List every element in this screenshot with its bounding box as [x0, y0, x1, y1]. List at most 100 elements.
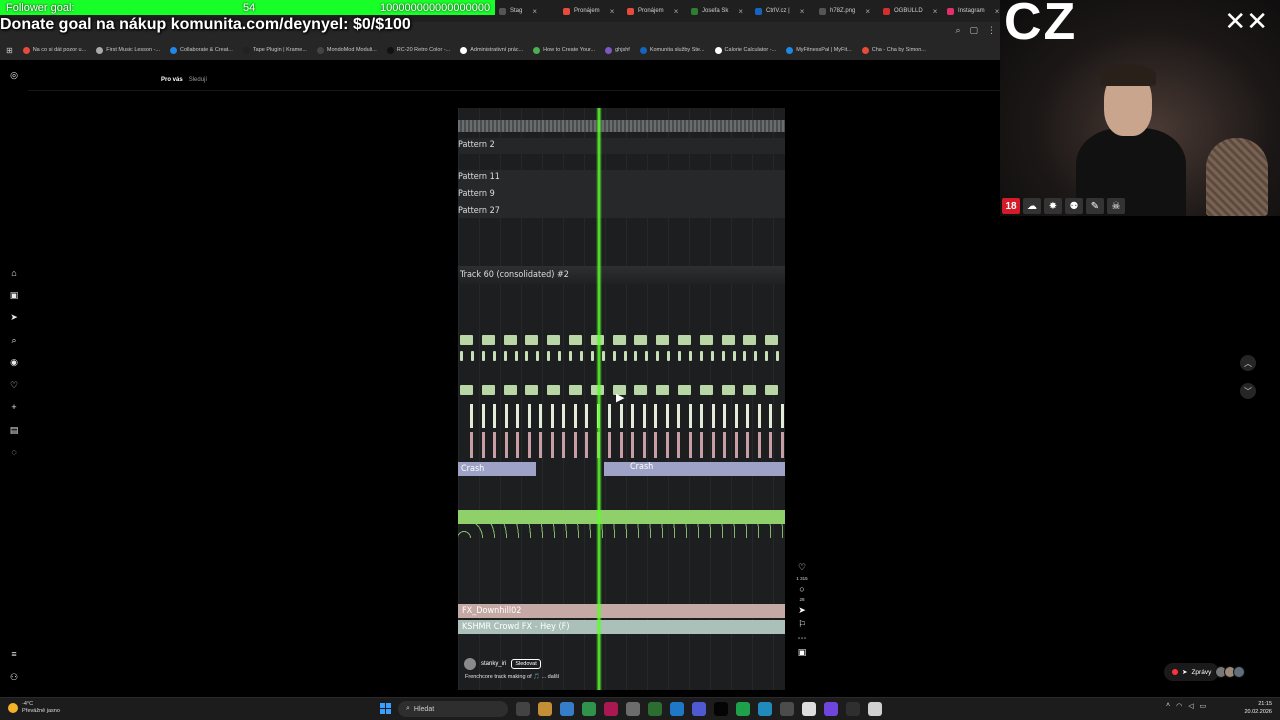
note-block — [732, 351, 736, 361]
menu-icon[interactable]: ⋮ — [987, 25, 996, 36]
also-from-meta-icon[interactable]: ⚇ — [9, 672, 19, 682]
windows-start-icon[interactable] — [380, 703, 391, 714]
network-icon[interactable]: ◠ — [1176, 702, 1182, 710]
pattern-lane — [458, 170, 785, 218]
bookmark-title: Tape Plugin | Krame... — [252, 47, 307, 53]
app-icon[interactable] — [868, 702, 882, 716]
close-icon[interactable]: × — [995, 7, 1000, 16]
instagram-logo-icon[interactable]: ◎ — [9, 70, 19, 80]
app-icon[interactable] — [626, 702, 640, 716]
search-icon[interactable]: ⌕ — [9, 335, 19, 345]
bookmark-item[interactable]: RC-20 Retro Color -... — [386, 46, 450, 54]
taskbar-clock[interactable]: 21:15 20.02.2026 — [1236, 700, 1272, 716]
comment-icon[interactable]: ○ — [799, 584, 804, 594]
more-menu-icon[interactable]: ≡ — [9, 649, 19, 659]
note-block — [579, 351, 583, 361]
bookmark-item[interactable]: MondoMod Moduli... — [316, 46, 377, 54]
messages-button[interactable]: ➤ Zprávy — [1164, 663, 1220, 681]
close-icon[interactable]: × — [738, 7, 743, 16]
bookmark-item[interactable]: First Music Lesson -... — [96, 46, 160, 54]
audio-thumbnail-icon[interactable]: ▣ — [798, 647, 807, 658]
close-icon[interactable]: × — [674, 7, 679, 16]
share-icon[interactable]: ➤ — [798, 605, 806, 616]
battery-icon[interactable]: ▭ — [1200, 702, 1207, 710]
messages-icon[interactable]: ➤ — [9, 312, 19, 322]
chevron-down-icon[interactable]: ﹀ — [1240, 383, 1256, 399]
comment-count: 28 — [799, 597, 805, 602]
like-heart-icon[interactable]: ♡ — [798, 562, 806, 573]
close-icon[interactable]: × — [865, 7, 870, 16]
note-block — [569, 335, 582, 345]
app-icon[interactable] — [780, 702, 794, 716]
browser-tab[interactable]: Pronájem × — [623, 2, 682, 20]
bookmark-item[interactable]: Tape Plugin | Krame... — [242, 46, 307, 54]
close-icon[interactable]: × — [532, 7, 537, 16]
bookmark-item[interactable]: How to Create Your... — [533, 46, 595, 54]
follow-button[interactable]: Sledovat — [511, 659, 541, 669]
reels-icon[interactable]: ▣ — [9, 290, 19, 300]
chevron-up-icon[interactable]: ︿ — [1240, 355, 1256, 371]
app-icon[interactable] — [648, 702, 662, 716]
task-view-icon[interactable] — [516, 702, 530, 716]
message-avatars[interactable] — [1215, 666, 1245, 678]
tiktok-icon[interactable] — [714, 702, 728, 716]
kick-note — [734, 404, 738, 428]
app-icon[interactable] — [802, 702, 816, 716]
play-icon[interactable]: ▶ — [616, 391, 624, 404]
explore-icon[interactable]: ◉ — [9, 357, 19, 367]
bookmark-item[interactable]: Calorie Calculator -... — [714, 46, 776, 54]
discord-icon[interactable] — [692, 702, 706, 716]
meta-ai-icon[interactable]: ◌ — [9, 447, 19, 457]
chrome-icon[interactable] — [582, 702, 596, 716]
app-icon[interactable] — [846, 702, 860, 716]
app-icon[interactable] — [670, 702, 684, 716]
spotify-icon[interactable] — [736, 702, 750, 716]
tab-for-you[interactable]: Pro vás — [161, 77, 183, 83]
bookmark-item[interactable]: Na co si dát pozor u... — [22, 46, 86, 54]
more-options-icon[interactable]: ⋯ — [798, 633, 807, 644]
telegram-icon[interactable] — [758, 702, 772, 716]
bookmark-item[interactable]: MyFitnessPal | MyFit... — [786, 46, 852, 54]
browser-tab[interactable]: OGBULLD × — [879, 2, 941, 20]
browser-tab[interactable]: Instagram × — [943, 2, 1003, 20]
browser-tab[interactable]: Pronájem × — [559, 2, 618, 20]
browser-tab[interactable]: h78Z.png × — [815, 2, 874, 20]
save-bookmark-icon[interactable]: ⚐ — [798, 619, 806, 630]
pattern-label: Pattern 9 — [458, 189, 495, 199]
close-icon[interactable]: × — [610, 7, 615, 16]
browser-tab[interactable]: Stag × — [495, 2, 541, 20]
browser-tab[interactable]: Josefa Sk × — [687, 2, 747, 20]
app-icon[interactable] — [604, 702, 618, 716]
dashboard-icon[interactable]: ▤ — [9, 425, 19, 435]
browser-tab[interactable]: CtrlV.cz | × — [751, 2, 808, 20]
apps-grid-icon[interactable]: ⊞ — [6, 46, 13, 55]
reel-video[interactable]: Pattern 2 Pattern 11 Pattern 9 Pattern 2… — [458, 108, 785, 690]
store-icon[interactable] — [560, 702, 574, 716]
file-explorer-icon[interactable] — [538, 702, 552, 716]
bookmark-item[interactable]: Administrativní prác... — [460, 46, 523, 54]
home-icon[interactable]: ⌂ — [9, 268, 19, 278]
weather-widget[interactable]: -4°C Převážně jasno — [8, 701, 60, 715]
search-icon[interactable]: ⌕ — [955, 25, 960, 36]
volume-icon[interactable]: ◁ — [1188, 702, 1193, 710]
playhead[interactable] — [596, 108, 602, 690]
bookmark-item[interactable]: ghjshf — [605, 46, 630, 54]
bookmark-item[interactable]: Komunita služby Ste... — [639, 46, 705, 54]
author-name[interactable]: stanky_iri — [481, 661, 506, 667]
taskbar-search[interactable]: ⌕ Hledat — [398, 701, 508, 717]
create-plus-icon[interactable]: + — [9, 402, 19, 412]
chevron-up-icon[interactable]: ˄ — [1166, 702, 1170, 710]
reel-caption[interactable]: Frenchcore track making of 🎵 ... další — [465, 674, 559, 680]
tab-favicon-icon — [627, 7, 634, 15]
tab-favicon-icon — [499, 7, 506, 15]
extension-icon[interactable]: ▢ — [969, 25, 978, 36]
bookmark-item[interactable]: Collaborate & Creat... — [170, 46, 233, 54]
snare-note — [723, 432, 726, 458]
bookmark-item[interactable]: Cha - Cha by Simon... — [861, 46, 926, 54]
notifications-heart-icon[interactable]: ♡ — [9, 380, 19, 390]
close-icon[interactable]: × — [933, 7, 938, 16]
author-avatar[interactable] — [464, 658, 476, 670]
app-icon[interactable] — [824, 702, 838, 716]
close-icon[interactable]: × — [800, 7, 805, 16]
tab-following[interactable]: Sledují — [189, 77, 207, 83]
